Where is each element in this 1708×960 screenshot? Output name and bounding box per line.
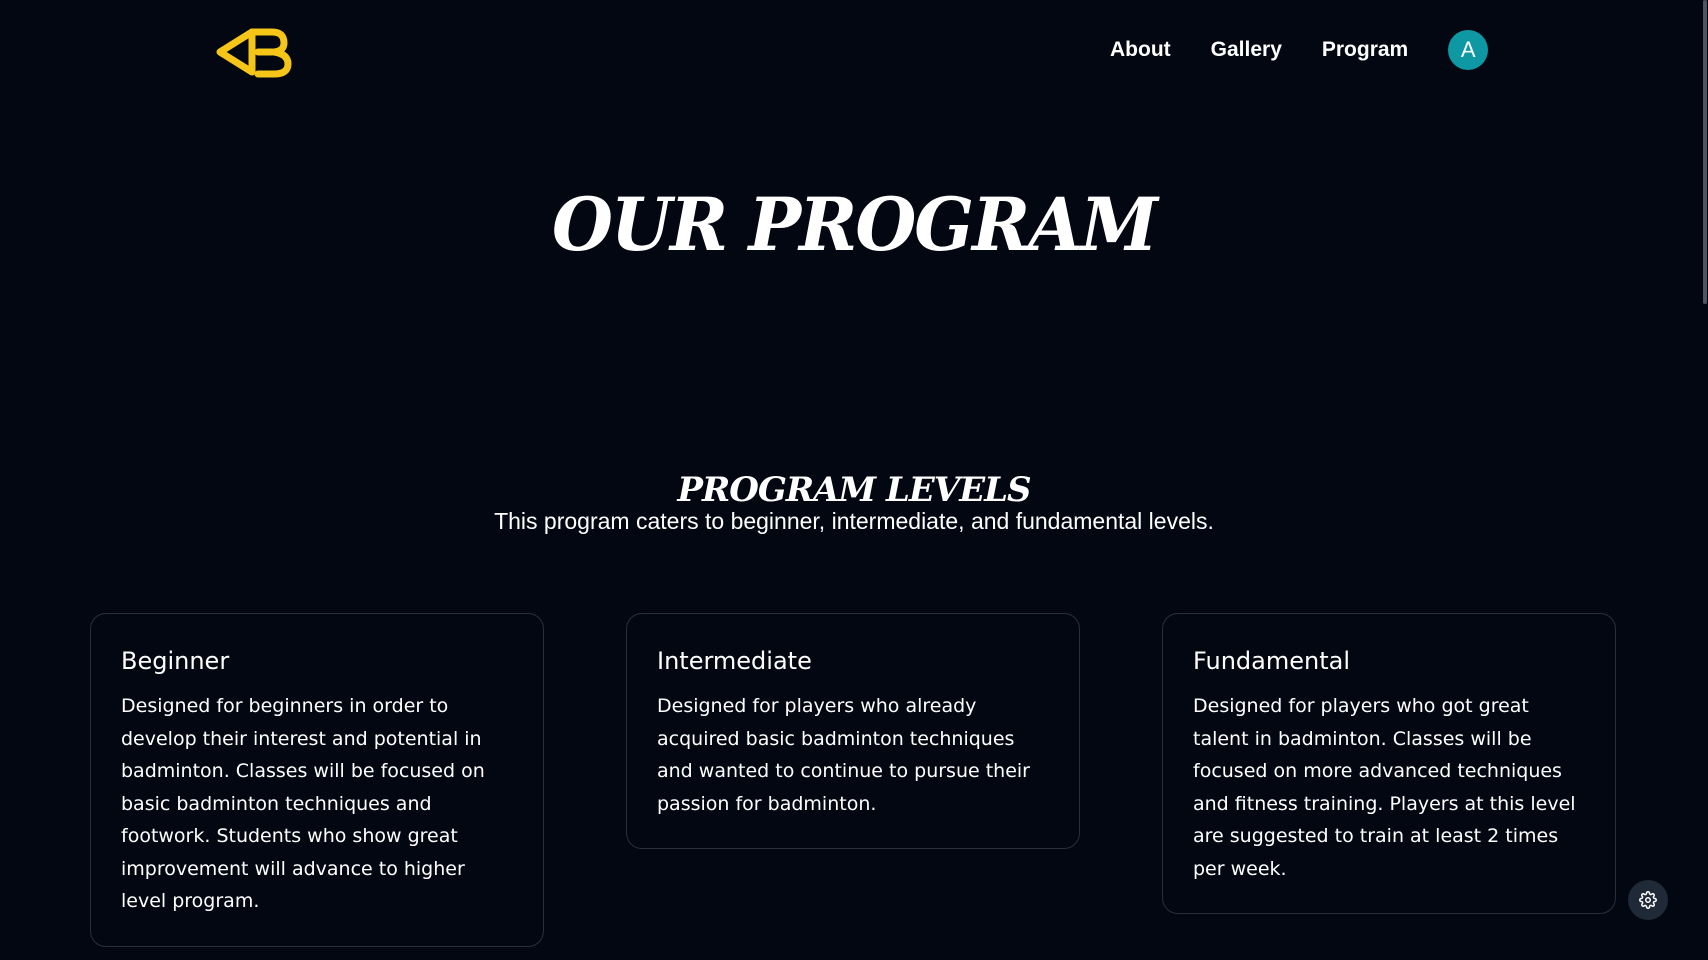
page-title: OUR PROGRAM — [551, 180, 1158, 269]
level-card-title: Fundamental — [1193, 647, 1350, 675]
ab-logo-icon — [216, 28, 292, 78]
program-levels-subtitle: This program caters to beginner, interme… — [494, 508, 1214, 534]
level-card-intermediate: Intermediate Designed for players who al… — [626, 613, 1080, 849]
logo[interactable] — [214, 24, 294, 80]
scrollbar-thumb[interactable] — [1703, 0, 1707, 304]
program-levels-title: PROGRAM LEVELS — [677, 470, 1031, 510]
main-nav: About Gallery Program A — [1110, 30, 1489, 70]
nav-about-link[interactable]: About — [1110, 38, 1171, 62]
level-card-fundamental: Fundamental Designed for players who got… — [1162, 613, 1616, 914]
user-avatar[interactable]: A — [1448, 30, 1489, 70]
program-page: About Gallery Program A OUR PROGRAM PROG… — [0, 0, 1708, 960]
gear-icon — [1639, 891, 1657, 909]
nav-gallery-link[interactable]: Gallery — [1211, 38, 1282, 62]
level-card-beginner: Beginner Designed for beginners in order… — [90, 613, 544, 947]
level-card-description: Designed for beginners in order to devel… — [121, 695, 485, 912]
level-card-description: Designed for players who got great talen… — [1193, 695, 1576, 880]
nav-program-link[interactable]: Program — [1322, 38, 1408, 62]
level-card-title: Intermediate — [657, 647, 812, 675]
level-card-title: Beginner — [121, 647, 230, 675]
settings-button[interactable] — [1628, 880, 1668, 920]
level-card-description: Designed for players who already acquire… — [657, 695, 1030, 815]
scrollbar-track[interactable] — [1702, 0, 1708, 960]
